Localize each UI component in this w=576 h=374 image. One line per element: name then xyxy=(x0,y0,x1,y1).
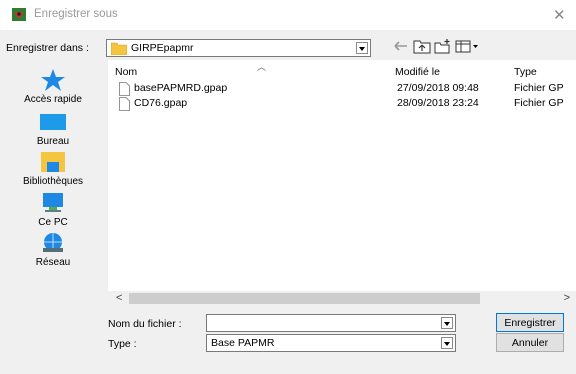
place-label: Accès rapide xyxy=(24,94,82,105)
sort-ascending-icon: ︿ xyxy=(257,62,267,72)
new-folder-icon[interactable] xyxy=(434,38,452,54)
star-icon xyxy=(41,69,65,91)
view-menu-icon[interactable] xyxy=(455,38,479,54)
save-in-dropdown[interactable]: GIRPEpapmr xyxy=(106,39,371,57)
filename-label: Nom du fichier : xyxy=(108,318,182,330)
file-row[interactable]: CD76.gpap 28/09/2018 23:24 Fichier GP xyxy=(108,97,576,111)
title-bar: Enregistrer sous ✕ xyxy=(0,0,576,30)
folder-icon xyxy=(111,42,127,55)
file-list[interactable]: ︿ Nom Modifié le Type basePAPMRD.gpap 27… xyxy=(108,60,576,306)
file-name: CD76.gpap xyxy=(134,97,188,109)
filetype-label: Type : xyxy=(108,338,137,350)
file-icon xyxy=(119,97,130,111)
window-title: Enregistrer sous xyxy=(34,8,118,20)
file-icon xyxy=(119,82,130,96)
place-label: Bibliothèques xyxy=(22,176,84,187)
filename-input[interactable] xyxy=(206,314,456,332)
libraries-icon xyxy=(41,152,65,172)
save-button[interactable]: Enregistrer xyxy=(496,313,564,332)
file-type: Fichier GP xyxy=(514,82,564,94)
column-header-modified[interactable]: Modifié le xyxy=(395,66,440,78)
up-folder-icon[interactable] xyxy=(413,38,431,54)
filetype-dropdown[interactable]: Base PAPMR xyxy=(206,334,456,352)
scroll-left-icon[interactable]: < xyxy=(116,292,122,304)
column-header-type[interactable]: Type xyxy=(514,66,537,78)
chevron-down-icon[interactable] xyxy=(441,337,453,349)
file-modified: 27/09/2018 09:48 xyxy=(397,82,479,94)
filetype-value: Base PAPMR xyxy=(211,337,275,349)
place-label: Ce PC xyxy=(38,217,68,228)
place-this-pc[interactable]: Ce PC xyxy=(5,191,101,235)
place-desktop[interactable]: Bureau xyxy=(5,110,101,154)
place-network[interactable]: Réseau xyxy=(5,231,101,275)
scrollbar-thumb[interactable] xyxy=(129,293,480,304)
column-header-name[interactable]: Nom xyxy=(115,66,137,78)
chevron-down-icon[interactable] xyxy=(356,42,368,54)
app-icon xyxy=(12,8,26,21)
cancel-button[interactable]: Annuler xyxy=(496,333,564,352)
file-type: Fichier GP xyxy=(514,97,564,109)
save-dialog: Enregistrer dans : GIRPEpapmr Accès rapi… xyxy=(0,30,576,374)
places-bar: Accès rapide Bureau Bibliothèques Ce PC xyxy=(5,60,101,306)
file-name: basePAPMRD.gpap xyxy=(134,82,228,94)
computer-icon xyxy=(43,193,63,212)
scroll-right-icon[interactable]: > xyxy=(564,292,570,304)
place-label: Bureau xyxy=(36,136,70,147)
file-modified: 28/09/2018 23:24 xyxy=(397,97,479,109)
file-row[interactable]: basePAPMRD.gpap 27/09/2018 09:48 Fichier… xyxy=(108,82,576,96)
horizontal-scrollbar[interactable]: < > xyxy=(108,291,576,306)
place-libraries[interactable]: Bibliothèques xyxy=(5,150,101,194)
save-in-label: Enregistrer dans : xyxy=(6,42,89,54)
chevron-down-icon[interactable] xyxy=(441,317,453,329)
back-arrow-icon[interactable] xyxy=(392,38,410,54)
place-quick-access[interactable]: Accès rapide xyxy=(5,68,101,112)
save-in-value: GIRPEpapmr xyxy=(131,42,194,54)
network-icon xyxy=(43,233,63,252)
close-icon[interactable]: ✕ xyxy=(553,6,566,24)
desktop-icon xyxy=(40,114,66,130)
place-label: Réseau xyxy=(35,257,71,268)
